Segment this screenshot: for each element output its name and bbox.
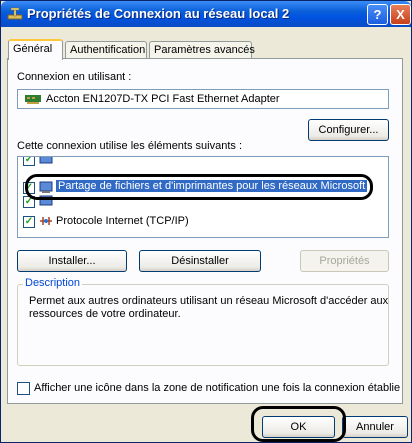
configure-button[interactable]: Configurer... <box>308 119 389 141</box>
ok-button-highlight <box>251 406 346 442</box>
close-button[interactable]: X <box>390 4 411 25</box>
description-text-line2: ressources de votre ordinateur. <box>29 308 181 320</box>
install-button[interactable]: Installer... <box>17 250 127 272</box>
title-bar[interactable]: Propriétés de Connexion au réseau local … <box>1 1 411 27</box>
connection-label: Connexion en utilisant : <box>17 71 132 83</box>
adapter-name: Accton EN1207D-TX PCI Fast Ethernet Adap… <box>46 93 280 105</box>
tab-advanced[interactable]: Paramètres avancés <box>149 41 255 59</box>
description-text-line1: Permet aux autres ordinateurs utilisant … <box>29 295 389 307</box>
list-item[interactable]: ✓ Protocole Internet (TCP/IP) <box>18 213 388 231</box>
adapter-field: Accton EN1207D-TX PCI Fast Ethernet Adap… <box>17 89 389 109</box>
cancel-button[interactable]: Annuler <box>342 416 408 438</box>
component-checkbox[interactable]: ✓ <box>23 216 35 228</box>
properties-button: Propriétés <box>300 250 389 272</box>
component-checkbox[interactable]: ✓ <box>23 157 35 166</box>
list-item[interactable]: ✓ <box>18 157 388 169</box>
notify-checkbox[interactable] <box>17 382 30 395</box>
selected-item-highlight <box>25 174 373 200</box>
network-connection-icon <box>7 7 23 20</box>
tab-authentication[interactable]: Authentification <box>65 41 147 59</box>
window-title: Propriétés de Connexion au réseau local … <box>27 6 290 21</box>
tab-general[interactable]: Général <box>8 39 63 60</box>
network-adapter-icon <box>25 95 41 104</box>
client-icon <box>39 157 53 164</box>
components-label: Cette connexion utilise les éléments sui… <box>17 140 243 152</box>
protocol-icon <box>40 217 52 225</box>
notify-label: Afficher une icône dans la zone de notif… <box>34 382 401 394</box>
help-button[interactable]: ? <box>367 4 388 25</box>
uninstall-button[interactable]: Désinstaller <box>139 250 261 272</box>
description-legend: Description <box>23 277 83 289</box>
component-label: Protocole Internet (TCP/IP) <box>56 215 189 227</box>
